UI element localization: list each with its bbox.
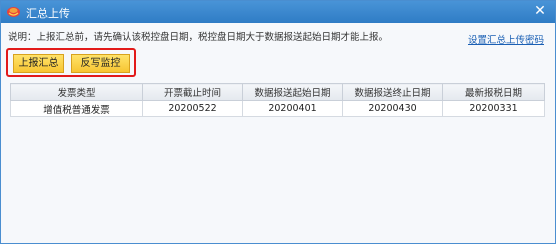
header-invoice-type[interactable]: 发票类型 [10,83,143,101]
instruction-text: 说明：上报汇总前，请先确认该税控盘日期，税控盘日期大于数据报送起始日期才能上报。 [8,32,389,43]
invoice-summary-table: 发票类型 开票截止时间 数据报送起始日期 数据报送终止日期 最新报税日期 增值税… [10,83,545,117]
table-row[interactable]: 增值税普通发票 20200522 20200401 20200430 20200… [10,100,545,117]
header-issue-deadline[interactable]: 开票截止时间 [142,83,243,101]
cell-issue-deadline: 20200522 [142,100,243,117]
cell-invoice-type: 增值税普通发票 [10,100,143,117]
upload-summary-button[interactable]: 上报汇总 [13,54,64,73]
cell-latest-tax-date: 20200331 [442,100,545,117]
title-bar: 汇总上传 ✕ [0,0,556,23]
app-logo-icon [7,7,20,17]
cell-report-end-date: 20200430 [342,100,443,117]
window-title: 汇总上传 [26,7,70,20]
dialog-content: 说明：上报汇总前，请先确认该税控盘日期，税控盘日期大于数据报送起始日期才能上报。… [0,23,556,244]
header-report-end-date[interactable]: 数据报送终止日期 [342,83,443,101]
table-header-row: 发票类型 开票截止时间 数据报送起始日期 数据报送终止日期 最新报税日期 [10,83,545,101]
close-icon: ✕ [534,3,546,19]
header-report-start-date[interactable]: 数据报送起始日期 [242,83,343,101]
cell-report-start-date: 20200401 [242,100,343,117]
close-button[interactable]: ✕ [532,3,548,19]
set-upload-password-link[interactable]: 设置汇总上传密码 [468,32,544,46]
header-latest-tax-date[interactable]: 最新报税日期 [442,83,545,101]
write-back-monitor-button[interactable]: 反写监控 [71,54,130,73]
summary-upload-window: 汇总上传 ✕ 说明：上报汇总前，请先确认该税控盘日期，税控盘日期大于数据报送起始… [0,0,556,244]
